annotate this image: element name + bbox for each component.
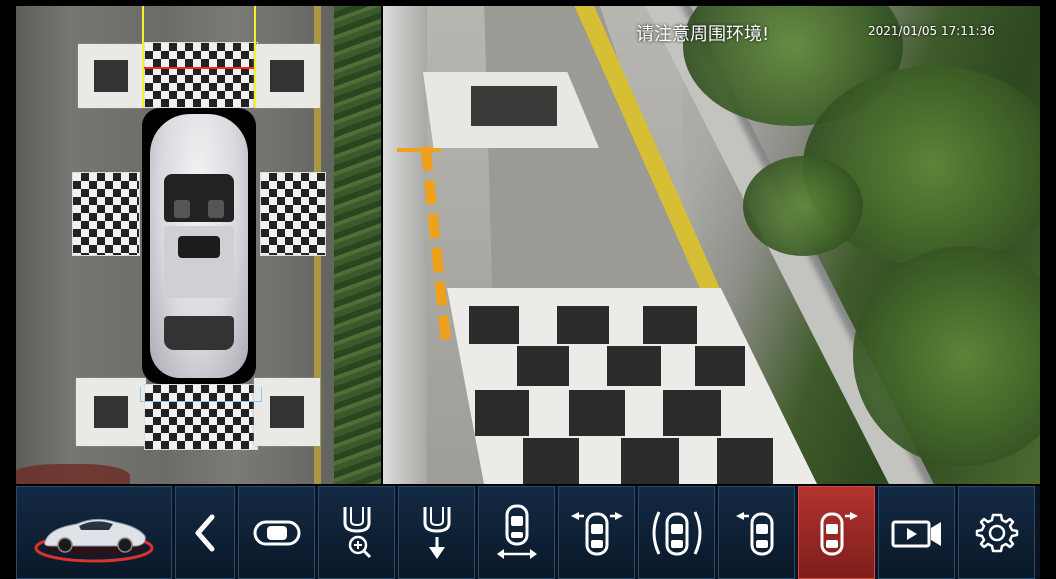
view-toolbar [16, 486, 1040, 579]
calibration-checkerboard [447, 288, 817, 484]
right-front-button[interactable] [798, 486, 875, 579]
record-button[interactable] [878, 486, 955, 579]
front-guide-box [142, 6, 256, 108]
car-width-icon [496, 504, 537, 559]
car-model-icon [34, 518, 154, 562]
both-sides-button[interactable] [638, 486, 715, 579]
timestamp: 2021/01/05 17:11:36 [868, 24, 995, 38]
calibration-mat [78, 44, 144, 108]
avm-screen: 请注意周围环境! 2021/01/05 17:11:36 [16, 6, 1040, 579]
car-width-button[interactable] [478, 486, 555, 579]
gear-icon [975, 513, 1018, 552]
left-front-icon [735, 511, 773, 555]
rear-view-button[interactable] [398, 486, 475, 579]
neighbor-vehicle [16, 464, 130, 484]
rear-guide-line [140, 387, 262, 402]
settings-button[interactable] [958, 486, 1035, 579]
vehicle-side [383, 6, 427, 484]
calibration-mat [254, 378, 320, 446]
warning-message: 请注意周围环境! [636, 24, 770, 45]
calibration-checkerboard [72, 172, 140, 256]
top-view-button[interactable] [238, 486, 315, 579]
front-corners-icon [570, 511, 623, 555]
birdeye-view[interactable] [16, 6, 381, 484]
front-corners-button[interactable] [558, 486, 635, 579]
calibration-mat [254, 44, 320, 108]
chevron-left-icon [195, 514, 215, 551]
both-sides-icon [652, 510, 701, 555]
ego-vehicle [142, 108, 256, 384]
vehicle-model-button[interactable] [16, 486, 172, 579]
guide-line-orange [397, 148, 441, 152]
back-button[interactable] [175, 486, 235, 579]
car-top-view-icon [253, 520, 300, 545]
vegetation [743, 156, 863, 256]
camera-view[interactable] [383, 6, 1040, 484]
rear-down-icon [423, 506, 450, 559]
calibration-checkerboard [260, 172, 326, 256]
front-zoom-icon [343, 506, 371, 558]
right-front-icon [820, 511, 858, 555]
front-zoom-button[interactable] [318, 486, 395, 579]
left-front-button[interactable] [718, 486, 795, 579]
video-record-icon [891, 520, 941, 547]
calibration-mat [76, 378, 146, 446]
roadside-grass [334, 6, 381, 484]
front-distance-line [144, 67, 254, 69]
